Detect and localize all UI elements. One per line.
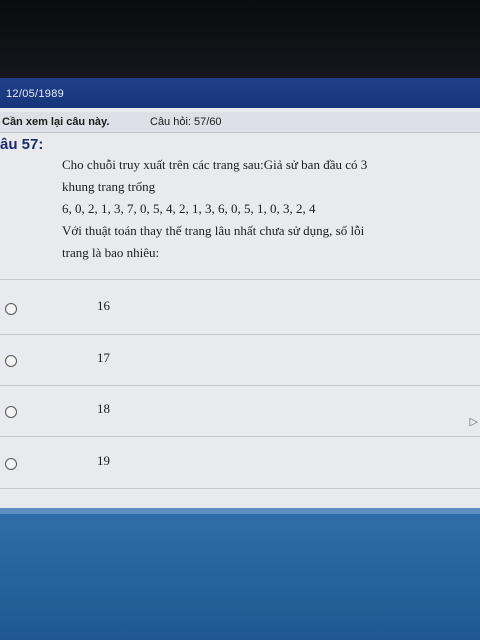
footer-panel (0, 508, 480, 640)
question-line: Cho chuỗi truy xuất trên các trang sau:G… (62, 157, 368, 172)
question-line: khung trang trống (62, 179, 156, 194)
divider (0, 279, 480, 280)
question-line: Với thuật toán thay thế trang lâu nhất c… (62, 223, 365, 238)
title-bar-date: 12/05/1989 (6, 88, 65, 100)
title-bar: 12/05/1989 (0, 78, 480, 108)
answer-option-label: 19 (97, 453, 110, 468)
exam-screen: 12/05/1989 Cần xem lại câu này. Câu hỏi:… (0, 78, 480, 640)
question-counter: Câu hỏi: 57/60 (150, 116, 222, 128)
question-number: âu 57: (0, 136, 44, 153)
answer-option[interactable]: 16 (0, 284, 480, 334)
scroll-arrow-icon[interactable]: ▷ (470, 415, 478, 428)
answer-option-label: 16 (97, 298, 110, 313)
radio-button[interactable] (5, 458, 17, 470)
review-flag-link[interactable]: Cần xem lại câu này. (2, 116, 109, 128)
answer-option[interactable]: 18 (0, 387, 480, 437)
question-line: 6, 0, 2, 1, 3, 7, 0, 5, 4, 2, 1, 3, 6, 0… (62, 201, 316, 216)
divider (0, 385, 480, 386)
answer-option[interactable]: 19 (0, 439, 480, 489)
answer-option-label: 17 (97, 350, 110, 365)
divider (0, 488, 480, 489)
divider (0, 334, 480, 335)
monitor-bezel (0, 0, 480, 78)
question-line: trang là bao nhiêu: (62, 245, 160, 260)
question-text: Cho chuỗi truy xuất trên các trang sau:G… (62, 154, 462, 264)
answer-option[interactable]: 17 (0, 336, 480, 386)
divider (0, 436, 480, 437)
radio-button[interactable] (5, 355, 17, 367)
footer-strip (0, 508, 480, 514)
radio-button[interactable] (5, 406, 17, 418)
answer-option-label: 18 (97, 401, 110, 416)
radio-button[interactable] (5, 303, 17, 315)
status-row: Cần xem lại câu này. Câu hỏi: 57/60 (0, 112, 480, 133)
